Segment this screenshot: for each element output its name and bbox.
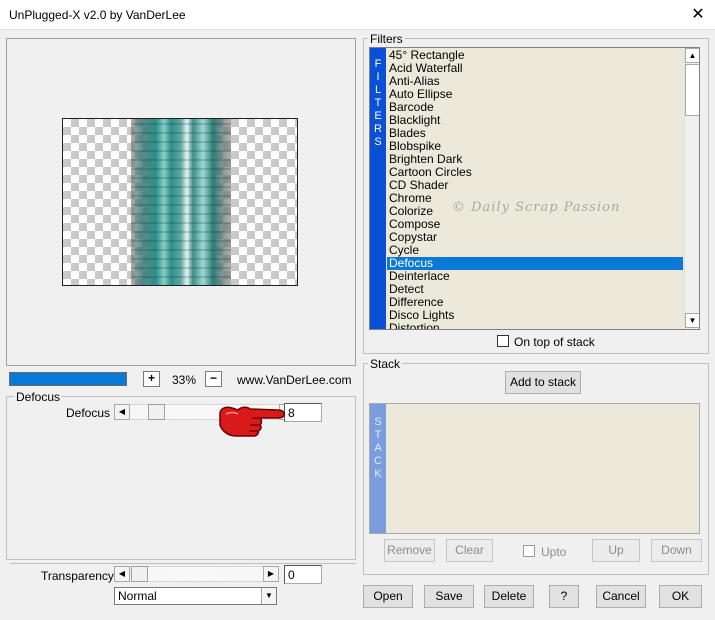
watermark: © Daily Scrap Passion — [452, 200, 621, 215]
clear-button[interactable]: Clear — [446, 539, 493, 562]
close-button[interactable]: ✕ — [684, 3, 712, 27]
progress-bar — [9, 372, 127, 386]
zoom-out-button[interactable]: − — [205, 371, 222, 387]
zoom-in-button[interactable]: + — [143, 371, 160, 387]
scroll-up-arrow[interactable]: ▲ — [685, 48, 699, 63]
scroll-down-arrow[interactable]: ▼ — [685, 313, 699, 328]
stack-list-box[interactable]: STACK — [369, 403, 700, 534]
preview-image-texture — [131, 119, 231, 285]
filter-list-item[interactable]: Deinterlace — [387, 270, 683, 283]
down-button[interactable]: Down — [651, 539, 702, 562]
save-button[interactable]: Save — [424, 585, 474, 608]
on-top-of-stack-label[interactable]: On top of stack — [514, 335, 595, 349]
transparency-slider-track[interactable] — [131, 566, 263, 582]
upto-checkbox[interactable] — [523, 545, 535, 557]
transparency-label: Transparency — [41, 569, 114, 583]
on-top-of-stack-checkbox[interactable] — [497, 335, 509, 347]
title-bar: UnPlugged-X v2.0 by VanDerLee ✕ — [0, 0, 715, 30]
transparency-increase-arrow[interactable]: ▶ — [263, 566, 279, 582]
chevron-down-icon[interactable]: ▼ — [261, 588, 276, 604]
delete-button[interactable]: Delete — [484, 585, 534, 608]
stack-group-title: Stack — [368, 357, 403, 371]
filter-list-item[interactable]: Copystar — [387, 231, 683, 244]
filters-vertical-bar: FILTERS — [370, 48, 386, 329]
preview-image[interactable] — [62, 118, 298, 286]
filters-group-title: Filters — [368, 32, 405, 46]
pointing-hand-icon — [219, 406, 285, 437]
filters-vertical-label: FILTERS — [374, 58, 382, 148]
stack-vertical-bar: STACK — [370, 404, 386, 533]
transparency-decrease-arrow[interactable]: ◀ — [114, 566, 130, 582]
filters-list[interactable]: 45° Rectangle Acid Waterfall Anti-Alias Aut… — [387, 49, 683, 330]
help-button[interactable]: ? — [549, 585, 579, 608]
filter-list-item[interactable]: Distortion — [387, 322, 683, 330]
filter-list-item[interactable]: Blacklight — [387, 114, 683, 127]
blend-mode-select[interactable]: Normal ▼ — [114, 587, 277, 605]
divider — [10, 563, 356, 564]
ok-button[interactable]: OK — [659, 585, 702, 608]
add-to-stack-button[interactable]: Add to stack — [505, 371, 581, 394]
upto-label[interactable]: Upto — [541, 545, 566, 559]
up-button[interactable]: Up — [592, 539, 640, 562]
preview-panel — [6, 38, 356, 366]
cancel-button[interactable]: Cancel — [596, 585, 646, 608]
transparency-slider-thumb[interactable] — [131, 566, 148, 582]
filters-scrollbar[interactable]: ▲ ▼ — [684, 48, 699, 329]
stack-vertical-label: STACK — [374, 416, 382, 480]
defocus-decrease-arrow[interactable]: ◀ — [114, 404, 130, 420]
zoom-value: 33% — [172, 373, 197, 387]
window-title: UnPlugged-X v2.0 by VanDerLee — [9, 8, 186, 22]
website-link[interactable]: www.VanDerLee.com — [237, 373, 352, 387]
defocus-group-title: Defocus — [14, 390, 63, 404]
defocus-value-field[interactable]: 8 — [284, 403, 322, 422]
defocus-param-label: Defocus — [66, 406, 111, 420]
blend-mode-value: Normal — [118, 589, 157, 603]
scrollbar-thumb[interactable] — [685, 64, 699, 116]
open-button[interactable]: Open — [363, 585, 413, 608]
filters-list-box: FILTERS 45° Rectangle Acid Waterfall Anti-… — [369, 47, 700, 330]
transparency-value-field[interactable]: 0 — [284, 565, 322, 584]
remove-button[interactable]: Remove — [384, 539, 435, 562]
defocus-slider-thumb[interactable] — [148, 404, 165, 420]
